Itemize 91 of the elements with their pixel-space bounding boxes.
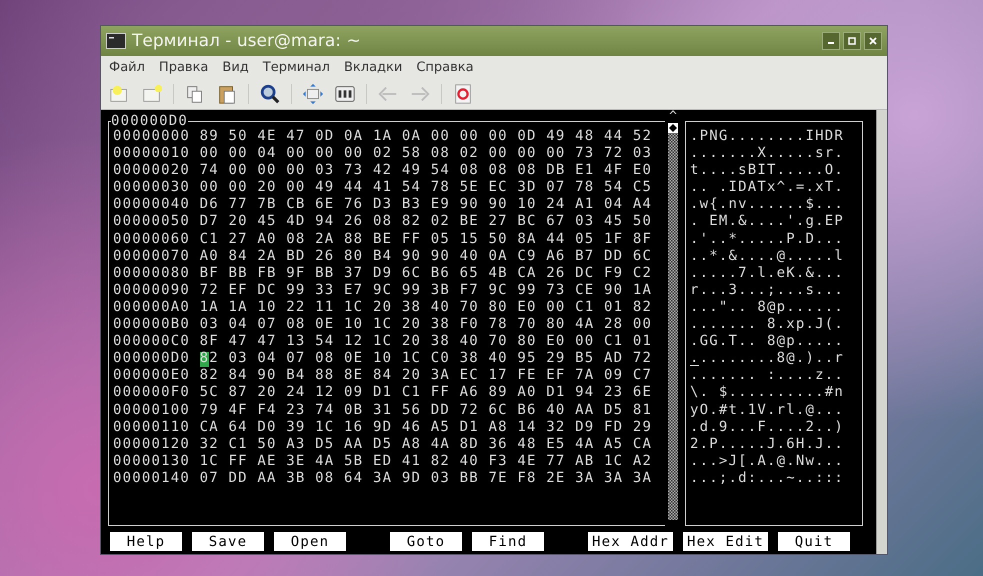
function-key[interactable]: Help [110,532,182,551]
ascii-text: ..*.&....@.....l [690,248,846,265]
function-key[interactable]: Quit [778,532,850,551]
ascii-text: ...".. 8@p...... [690,298,846,316]
window-scrollbar[interactable] [876,110,887,554]
address-cell: 00000120 [113,436,190,453]
close-button[interactable] [864,32,882,50]
hex-bytes: 74 00 00 00 03 73 42 49 54 08 08 08 DB E1 4F E0 [200,162,652,180]
address-cell: 00000010 [113,145,190,162]
address-cell: 00000110 [113,418,190,436]
ascii-text: \. $..........#n [690,384,846,402]
address-cell: 00000040 [113,196,190,214]
ascii-text: .. .IDATx^.=.xT. [690,179,846,196]
address-cell: 00000100 [113,402,190,419]
scroll-up-arrow[interactable]: ^ [669,111,677,123]
address-cell: 00000130 [113,452,190,470]
address-cell: 00000030 [113,179,190,196]
address-cell: 000000B0 [113,316,190,334]
function-key[interactable]: Goto [390,532,462,551]
hex-bytes: 82 84 90 B4 88 8E 84 20 3A EC 17 FE EF 7A 09 C7 [200,367,652,384]
hex-bytes: C1 27 A0 08 2A 88 BE FF 05 15 50 8A 44 05 1F 8F [200,230,652,248]
hex-bytes: 1A 1A 10 22 11 1C 20 38 40 70 80 E0 00 C1 01 82 [200,298,652,316]
hex-bytes: 5C 87 20 24 12 09 D1 C1 FF A6 89 A0 D1 94 23 6E [200,384,652,402]
ascii-text: ...>J[.A.@.Nw... [690,452,846,470]
menu-item[interactable]: Файл [109,60,145,75]
ascii-text: ...;.d:...~..::: [690,470,846,487]
address-cell: 00000070 [113,248,190,265]
ascii-text: .PNG........IHDR [690,128,846,146]
menu-item[interactable]: Справка [416,60,474,75]
address-cell: 00000080 [113,264,190,282]
menu-item[interactable]: Терминал [262,60,330,75]
address-cell: 00000000 [113,128,190,146]
window-title: Терминал - user@mara: ~ [132,31,361,51]
maximize-button[interactable] [843,32,861,50]
ascii-text: .......X.....sr. [690,145,846,162]
ascii-text: .GG.T.. 8@p..... [690,333,846,350]
hex-bytes: 8F 47 47 13 54 12 1C 20 38 40 70 80 E0 00 C1 01 [200,333,652,350]
function-key[interactable]: Save [192,532,264,551]
menu-item[interactable]: Вкладки [344,60,402,75]
function-key[interactable]: Open [274,532,346,551]
close-icon [869,37,877,45]
hex-bytes: D6 77 7B CB 6E 76 D3 B3 E9 90 90 10 24 A1 04 A4 [200,196,652,214]
hex-bytes: 00 00 20 00 49 44 41 54 78 5E EC 3D 07 78 54 C5 [200,179,652,196]
terminal-icon [106,33,126,49]
ascii-text: .'..*.....P.D... [690,230,846,248]
ascii-text: r...3...;...s... [690,282,846,299]
hex-bytes: 1C FF AE 3E 4A 5B ED 41 82 40 F3 4E 77 AB 1C A2 [200,452,652,470]
paste-icon[interactable] [216,83,238,105]
hex-bytes: 89 50 4E 47 0D 0A 1A 0A 00 00 00 0D 49 48 44 52 [200,128,652,146]
hex-bytes: 03 04 07 08 0E 10 1C 20 38 F0 78 70 80 4A 28 00 [200,316,652,334]
hex-bytes: A0 84 2A BD 26 80 B4 90 90 40 0A C9 A6 B7 DD 6C [200,248,652,265]
address-cell: 000000C0 [113,333,190,350]
hex-bytes: D7 20 45 4D 94 26 08 82 02 BE 27 BC 67 03 45 50 [200,213,652,231]
hex-bytes: CA 64 D0 39 1C 16 9D 46 A5 D1 A8 14 32 D9 FD 29 [200,418,652,436]
address-cell: 000000E0 [113,367,190,384]
hex-bytes: 79 4F F4 23 74 0B 31 56 DD 72 6C B6 40 AA D5 81 [200,402,652,419]
address-cell: 00000050 [113,213,190,231]
hex-bytes: BF BB FB 9F BB 37 D9 6C B6 65 4B CA 26 DC F9 C2 [200,264,652,282]
scroll-thumb-icon[interactable] [668,123,678,133]
address-cell: 000000F0 [113,384,190,402]
ascii-text: 2.P.....J.6H.J.. [690,436,846,453]
function-key[interactable]: Hex Addr [588,532,674,551]
address-cell: 00000020 [113,162,190,180]
menu-item[interactable]: Правка [158,60,208,75]
ascii-text: .w{.nv......$... [690,196,846,214]
ascii-text: .d.9...F....2..) [690,418,846,436]
new-window-icon[interactable] [141,83,163,105]
ascii-text: .........8@.)..r [690,350,862,368]
hex-bytes: 07 DD AA 3B 08 64 3A 9D 03 BB 7E F8 2E 3A 3A 3A [200,470,652,487]
function-key[interactable]: Find [472,532,544,551]
function-key[interactable]: Hex Edit [683,532,768,551]
address-cell: 00000060 [113,230,190,248]
menu-item[interactable]: Вид [222,60,249,75]
hex-bytes: 72 EF DC 99 33 E7 9C 99 3B F7 9C 99 73 CE 90 1A [200,282,652,299]
ascii-text: yO.#t.1V.rl.@... [690,402,846,419]
scroll-track[interactable] [668,123,678,520]
ascii-text: t....sBIT.....O. [690,162,846,180]
ascii-text: . EM.&....'.g.EP [690,213,846,231]
minimize-button[interactable] [822,32,840,50]
address-cell: 00000140 [113,470,190,487]
fullscreen-icon[interactable] [302,83,324,105]
ascii-text: .....7.l.eK.&... [690,264,846,282]
address-cell: 000000A0 [113,298,190,316]
ascii-text: ....... 8.xp.J(. [690,316,846,334]
hex-bytes: 00 00 04 00 00 00 02 58 08 02 00 00 00 73 72 03 [200,145,652,162]
address-cell: 00000090 [113,282,190,299]
address-cell: 000000D0 [113,350,190,368]
search-icon[interactable] [259,83,281,105]
ascii-text: ....... :....z.. [690,367,846,384]
maximize-icon [848,37,856,45]
hex-bytes: 32 C1 50 A3 D5 AA D5 A8 4A 8D 36 48 E5 4A A5 CA [200,436,652,453]
